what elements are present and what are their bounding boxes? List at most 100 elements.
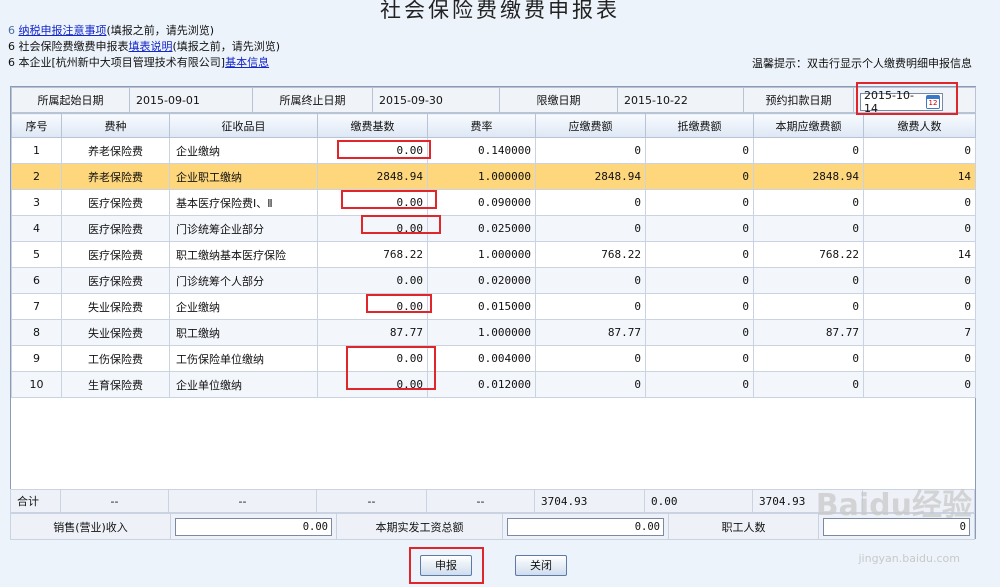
col-header[interactable]: 缴费人数 [863,113,976,138]
totals-label: 合计 [10,489,61,513]
payer-count: 0 [863,137,976,164]
payable-amount: 0 [535,189,646,216]
offset-amount: 0 [645,371,754,398]
payable-amount: 87.77 [535,319,646,346]
watermark-brand: Baidu经验 [815,488,972,523]
wage-input[interactable]: 0.00 [507,517,664,536]
offset-amount: 0 [645,267,754,294]
note-prefix: 6 本企业[杭州新中大项目管理技术有限公司] [8,56,226,69]
payer-count: 0 [863,345,976,372]
table-row[interactable]: 5 医疗保险费 职工缴纳基本医疗保险 768.22 1.000000 768.22 0 768… [11,241,976,268]
close-button[interactable]: 关闭 [515,555,567,576]
row-index: 5 [11,241,62,268]
tip-text: 温馨提示：双击行显示个人缴费明细申报信息 [752,57,972,70]
current-payable: 0 [753,215,864,242]
fee-type: 医疗保险费 [61,189,170,216]
col-header[interactable]: 序号 [11,113,62,138]
basic-info-link[interactable]: 基本信息 [225,56,269,69]
table-row[interactable]: 7 失业保险费 企业缴纳 0.00 0.015000 0 0 0 0 [11,293,976,320]
offset-amount: 0 [645,345,754,372]
rate: 0.015000 [427,293,536,320]
totals-cell: -- [60,489,169,513]
offset-amount: 0 [645,319,754,346]
col-header[interactable]: 抵缴费额 [645,113,754,138]
start-date-label: 所属起始日期 [11,87,130,113]
row-index: 10 [11,371,62,398]
fee-type: 失业保险费 [61,293,170,320]
contribution-base[interactable]: 0.00 [317,137,428,164]
payable-amount: 0 [535,137,646,164]
note-line: 6 纳税申报注意事项(填报之前，请先浏览) [8,23,280,39]
col-header[interactable]: 费率 [427,113,536,138]
collection-item: 工伤保险单位缴纳 [169,345,318,372]
note-line: 6 社会保险费缴费申报表填表说明(填报之前，请先浏览) [8,39,280,55]
contribution-base[interactable]: 0.00 [317,293,428,320]
col-header[interactable]: 应缴费额 [535,113,646,138]
fee-type: 工伤保险费 [61,345,170,372]
collection-item: 职工缴纳 [169,319,318,346]
contribution-base[interactable]: 2848.94 [317,163,428,190]
rate: 1.000000 [427,241,536,268]
tax-notice-link[interactable]: 纳税申报注意事项 [19,24,107,37]
table-row[interactable]: 8 失业保险费 职工缴纳 87.77 1.000000 87.77 0 87.77 7 [11,319,976,346]
contribution-base[interactable]: 0.00 [317,371,428,398]
contribution-base[interactable]: 768.22 [317,241,428,268]
note-prefix: 6 [8,24,19,37]
deduct-date-value[interactable]: 2015-10-14 [864,89,926,115]
table-row[interactable]: 4 医疗保险费 门诊统筹企业部分 0.00 0.025000 0 0 0 0 [11,215,976,242]
fee-type: 养老保险费 [61,163,170,190]
col-header[interactable]: 缴费基数 [317,113,428,138]
submit-button[interactable]: 申报 [420,555,472,576]
contribution-base[interactable]: 0.00 [317,345,428,372]
deduct-date-field[interactable]: 2015-10-14 [860,89,943,115]
end-date-value: 2015-09-30 [372,87,500,113]
payer-count: 7 [863,319,976,346]
offset-amount: 0 [645,163,754,190]
table-row[interactable]: 9 工伤保险费 工伤保险单位缴纳 0.00 0.004000 0 0 0 0 [11,345,976,372]
col-header[interactable]: 本期应缴费额 [753,113,864,138]
empty-filler-row [12,398,976,492]
table-row[interactable]: 3 医疗保险费 基本医疗保险费Ⅰ、Ⅱ 0.00 0.090000 0 0 0 0 [11,189,976,216]
period-info-bar: 所属起始日期 2015-09-01 所属终止日期 2015-09-30 限缴日期… [11,87,976,115]
limit-date-value: 2015-10-22 [617,87,744,113]
note-prefix: 6 社会保险费缴费申报表 [8,40,129,53]
col-header[interactable]: 费种 [61,113,170,138]
payer-count: 0 [863,293,976,320]
payer-count: 0 [863,267,976,294]
offset-amount: 0 [645,215,754,242]
offset-amount: 0 [645,137,754,164]
notes-block: 6 纳税申报注意事项(填报之前，请先浏览) 6 社会保险费缴费申报表填表说明(填… [8,23,280,71]
contribution-base[interactable]: 0.00 [317,189,428,216]
rate: 0.020000 [427,267,536,294]
current-payable: 0 [753,345,864,372]
table-row[interactable]: 1 养老保险费 企业缴纳 0.00 0.140000 0 0 0 0 [11,137,976,164]
sales-input[interactable]: 0.00 [175,517,332,536]
watermark-url: jingyan.baidu.com [858,552,960,565]
payer-count: 0 [863,189,976,216]
current-payable: 2848.94 [753,163,864,190]
current-payable: 0 [753,371,864,398]
wage-label: 本期实发工资总额 [336,513,503,540]
collection-item: 门诊统筹企业部分 [169,215,318,242]
collection-item: 企业缴纳 [169,137,318,164]
fee-type: 医疗保险费 [61,215,170,242]
note-line: 6 本企业[杭州新中大项目管理技术有限公司]基本信息 [8,55,280,71]
row-index: 1 [11,137,62,164]
payer-count: 14 [863,163,976,190]
col-header[interactable]: 征收品目 [169,113,318,138]
table-row[interactable]: 10 生育保险费 企业单位缴纳 0.00 0.012000 0 0 0 0 [11,371,976,398]
totals-cell: -- [168,489,317,513]
sales-label: 销售(营业)收入 [10,513,171,540]
totals-payable: 3704.93 [534,489,645,513]
contribution-base[interactable]: 0.00 [317,267,428,294]
end-date-label: 所属终止日期 [252,87,373,113]
declaration-form: 所属起始日期 2015-09-01 所属终止日期 2015-09-30 限缴日期… [10,86,976,539]
table-row[interactable]: 6 医疗保险费 门诊统筹个人部分 0.00 0.020000 0 0 0 0 [11,267,976,294]
contribution-base[interactable]: 87.77 [317,319,428,346]
payer-count: 14 [863,241,976,268]
calendar-icon[interactable] [926,95,940,109]
row-index: 7 [11,293,62,320]
contribution-base[interactable]: 0.00 [317,215,428,242]
table-row[interactable]: 2 养老保险费 企业职工缴纳 2848.94 1.000000 2848.94 0 2848.… [11,163,976,190]
fill-instructions-link[interactable]: 填表说明 [129,40,173,53]
